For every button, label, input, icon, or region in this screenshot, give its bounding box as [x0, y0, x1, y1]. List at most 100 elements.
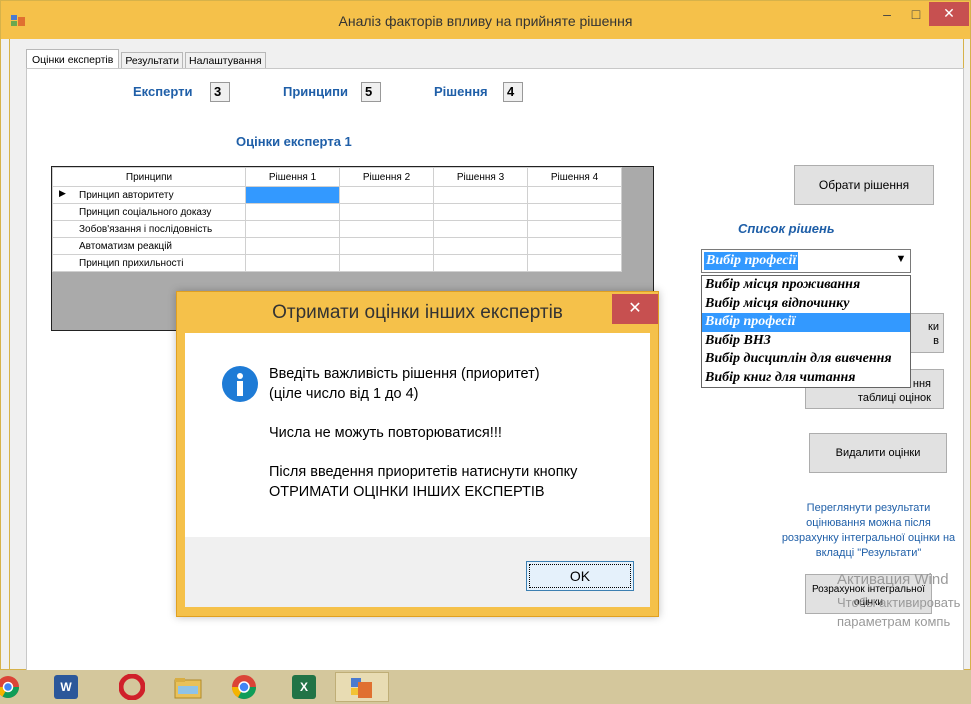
folder-icon [174, 678, 202, 699]
tab-strip: Оцінки експертів Результати Налаштування [26, 49, 268, 71]
excel-icon: X [292, 675, 316, 699]
opera-icon [119, 674, 145, 700]
grid-cell[interactable] [433, 203, 528, 221]
row-header[interactable]: ▶ Принцип авторитету [52, 186, 246, 204]
maximize-button[interactable]: □ [903, 1, 929, 29]
delete-ratings-button[interactable]: Видалити оцінки [809, 433, 947, 473]
grid-header-row: Принципи Рішення 1 Рішення 2 Рішення 3 Р… [52, 167, 622, 187]
activation-watermark: Чтобы активировать [837, 595, 961, 610]
chrome-icon [232, 675, 256, 700]
decision-list-title: Список рішень [738, 221, 835, 236]
dialog-footer: OK [185, 537, 650, 607]
row-label: Принцип авторитету [79, 189, 174, 201]
row-label: Зобов'язання і послідовність [79, 223, 213, 235]
message-dialog: Отримати оцінки інших експертів ✕ Введіт… [176, 291, 659, 617]
grid-cell[interactable] [527, 186, 622, 204]
row-header[interactable]: Принцип соціального доказу [52, 203, 246, 221]
grid-cell[interactable] [433, 254, 528, 272]
grid-header-col[interactable]: Рішення 2 [339, 167, 434, 187]
grid-cell[interactable] [339, 254, 434, 272]
activation-watermark: параметрам компь [837, 614, 951, 629]
app-window-icon [351, 678, 372, 698]
ok-button[interactable]: OK [526, 561, 634, 591]
principles-count-field[interactable]: 5 [361, 82, 381, 102]
dropdown-option[interactable]: Вибір місця відпочинку [702, 295, 910, 314]
dialog-message-line: Числа не можуть повторюватися!!! [269, 425, 502, 441]
taskbar-opera[interactable] [108, 672, 156, 702]
grid-header-principles: Принципи [52, 167, 246, 187]
grid-cell[interactable] [527, 254, 622, 272]
grid-cell[interactable] [245, 186, 340, 204]
grid-cell[interactable] [245, 203, 340, 221]
taskbar-chrome[interactable] [220, 672, 268, 702]
grid-cell[interactable] [245, 254, 340, 272]
title-bar[interactable]: Аналіз факторів впливу на прийняте рішен… [1, 1, 970, 39]
grid-cell[interactable] [245, 237, 340, 255]
row-label: Принцип прихильності [79, 257, 184, 269]
chevron-down-icon[interactable]: ▼ [894, 253, 908, 265]
table-row: ▶ Принцип авторитету [52, 186, 622, 204]
grid-header-col[interactable]: Рішення 4 [527, 167, 622, 187]
grid-cell[interactable] [339, 203, 434, 221]
row-header[interactable]: Принцип прихильності [52, 254, 246, 272]
button-text: таблиці оцінок [857, 392, 931, 404]
table-row: Принцип прихильності [52, 254, 622, 272]
dialog-message-line: ОТРИМАТИ ОЦІНКИ ІНШИХ ЕКСПЕРТІВ [269, 484, 545, 500]
dropdown-option[interactable]: Вибір ВНЗ [702, 332, 910, 351]
dropdown-option[interactable]: Вибір дисциплін для вивчення [702, 350, 910, 369]
combobox-selected-value: Вибір професії [704, 252, 799, 270]
minimize-button[interactable]: – [871, 1, 903, 29]
info-icon [222, 366, 258, 402]
word-icon: W [54, 675, 78, 699]
dialog-message-line: (ціле число від 1 до 4) [269, 386, 419, 402]
taskbar-chrome-partial[interactable] [0, 672, 24, 702]
table-row: Автоматизм реакцій [52, 237, 622, 255]
grid-cell[interactable] [339, 186, 434, 204]
decision-combobox[interactable]: Вибір професії ▼ [701, 249, 911, 273]
table-row: Принцип соціального доказу [52, 203, 622, 221]
grid-cell[interactable] [433, 186, 528, 204]
dialog-title: Отримати оцінки інших експертів [272, 302, 563, 323]
taskbar-app-active[interactable] [335, 672, 389, 702]
taskbar: W X [0, 670, 971, 704]
row-label: Принцип соціального доказу [79, 206, 212, 218]
dropdown-option[interactable]: Вибір місця проживання [702, 276, 910, 295]
grid-cell[interactable] [339, 237, 434, 255]
grid-header-col[interactable]: Рішення 1 [245, 167, 340, 187]
decision-dropdown-list: Вибір місця проживання Вибір місця відпо… [701, 275, 911, 388]
grid-cell[interactable] [527, 203, 622, 221]
taskbar-excel[interactable]: X [280, 672, 328, 702]
dropdown-option[interactable]: Вибір професії [702, 313, 910, 332]
grid-header-col[interactable]: Рішення 3 [433, 167, 528, 187]
row-label: Автоматизм реакцій [79, 240, 173, 252]
window-title: Аналіз факторів впливу на прийняте рішен… [338, 13, 633, 29]
dialog-message-line: Після введення приоритетів натиснути кно… [269, 464, 578, 480]
taskbar-word[interactable]: W [42, 672, 90, 702]
results-hint-text: Переглянути результати оцінювання можна … [781, 502, 956, 559]
choose-decision-button[interactable]: Обрати рішення [794, 165, 934, 205]
decisions-label: Рішення [434, 84, 488, 99]
experts-label: Експерти [133, 84, 193, 99]
grid-cell[interactable] [527, 237, 622, 255]
grid-cell[interactable] [245, 220, 340, 238]
chrome-icon [0, 676, 19, 698]
grid-cell[interactable] [433, 237, 528, 255]
current-row-indicator-icon: ▶ [59, 188, 66, 198]
principles-label: Принципи [283, 84, 348, 99]
grid-cell[interactable] [527, 220, 622, 238]
decisions-count-field[interactable]: 4 [503, 82, 523, 102]
table-row: Зобов'язання і послідовність [52, 220, 622, 238]
dialog-content: Введіть важливість рішення (приоритет) (… [185, 333, 650, 537]
dialog-close-button[interactable]: ✕ [612, 294, 658, 324]
close-button[interactable]: ✕ [929, 2, 969, 26]
experts-count-field[interactable]: 3 [210, 82, 230, 102]
taskbar-file-explorer[interactable] [164, 672, 212, 702]
grid-cell[interactable] [433, 220, 528, 238]
dialog-message-line: Введіть важливість рішення (приоритет) [269, 366, 540, 382]
grid-title: Оцінки експерта 1 [236, 134, 352, 149]
activation-watermark: Активация Wind [837, 571, 949, 588]
row-header[interactable]: Автоматизм реакцій [52, 237, 246, 255]
row-header[interactable]: Зобов'язання і послідовність [52, 220, 246, 238]
grid-cell[interactable] [339, 220, 434, 238]
dropdown-option[interactable]: Вибір книг для читання [702, 369, 910, 388]
